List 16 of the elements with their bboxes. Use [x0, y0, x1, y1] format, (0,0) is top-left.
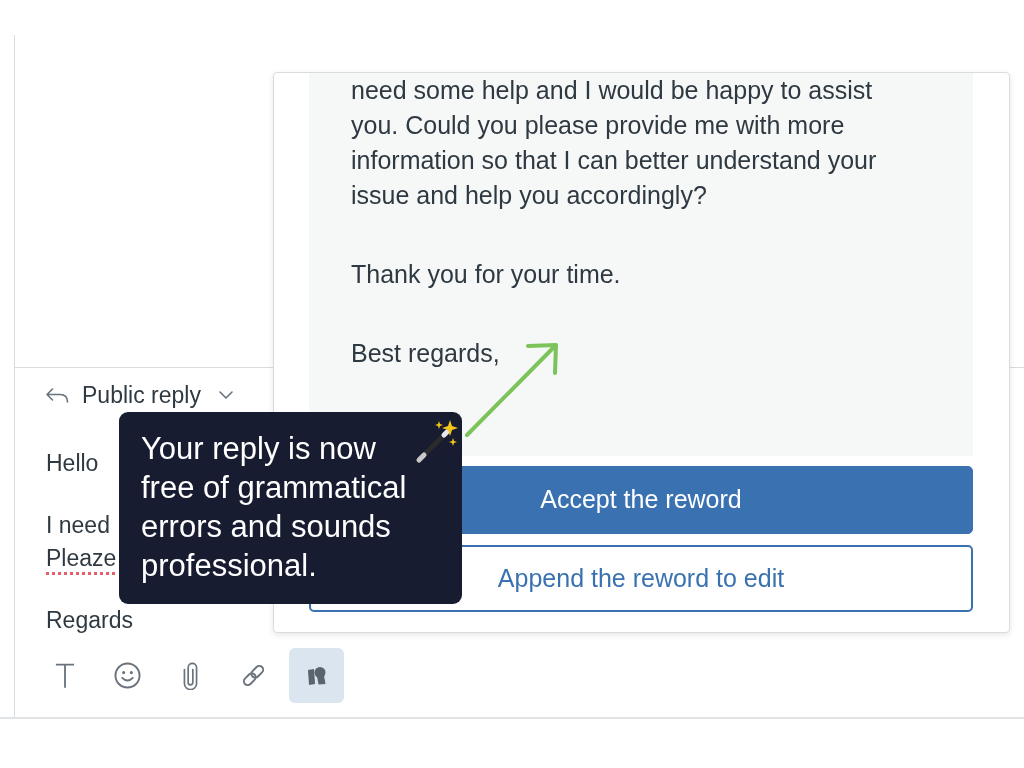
chevron-down-icon	[218, 391, 233, 399]
reply-mode-dropdown[interactable]: Public reply	[45, 382, 233, 408]
message-text: Hello	[46, 449, 99, 478]
text-format-icon	[54, 662, 75, 689]
rewrite-button[interactable]	[289, 648, 344, 703]
link-icon	[240, 662, 267, 689]
reworded-paragraph: Best regards,	[351, 338, 501, 369]
paperclip-icon	[183, 661, 198, 690]
smiley-icon	[114, 662, 141, 689]
magic-wand-icon	[414, 419, 458, 465]
message-text: I need	[46, 511, 110, 540]
reworded-paragraph: Thank you for your time.	[351, 259, 622, 290]
reply-arrow-icon	[45, 387, 69, 403]
message-text: Regards	[46, 606, 133, 635]
reworded-paragraph: need some help and I would be happy to assist you. Could you please provide me with more information so that I can better understand your issue and help you accordingly?	[351, 75, 878, 211]
message-text: Pleaze	[46, 544, 117, 573]
